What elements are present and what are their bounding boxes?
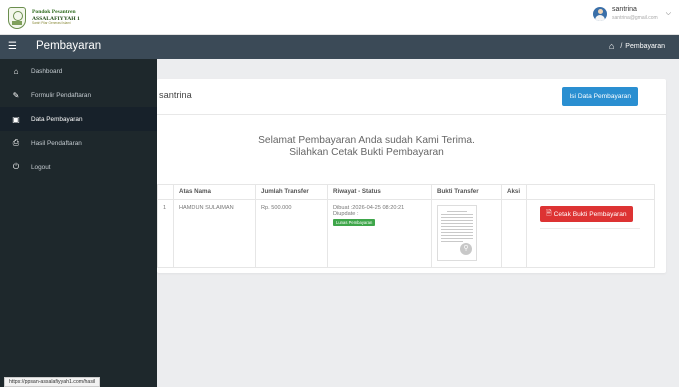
money-icon: ▣ (12, 114, 20, 124)
user-menu[interactable]: santrina santrina@gmail.com ⌵ (593, 6, 671, 21)
page-title: Pembayaran (36, 40, 102, 52)
col-no (157, 184, 174, 200)
logo-text: Pondok Pesantren ASSALAFIYYAH 1 Santri P… (32, 9, 80, 26)
sidebar-item-label: Logout (31, 163, 51, 171)
sidebar-item-logout[interactable]: ⏻ Logout (0, 155, 157, 179)
top-header: Pondok Pesantren ASSALAFIYYAH 1 Santri P… (0, 0, 679, 35)
sidebar-item-label: Dashboard (31, 67, 63, 75)
sidebar-item-hasil-pendaftaran[interactable]: ⎙ Hasil Pendaftaran (0, 131, 157, 155)
row-bukti-transfer: ⚲ (431, 199, 502, 268)
table-header-row: Atas Nama Jumlah Transfer Riwayat - Stat… (157, 184, 655, 200)
col-atas-nama: Atas Nama (173, 184, 256, 200)
row-riwayat-status: Dibuat :2026-04-25 08:20:21 Diupdate : L… (327, 199, 432, 268)
col-action-button (526, 184, 655, 200)
row-jumlah: Rp. 500.000 (255, 199, 328, 268)
cetak-bukti-pembayaran-button[interactable]: 🗎 Cetak Bukti Pembayaran (540, 206, 633, 222)
col-bukti-transfer: Bukti Transfer (431, 184, 502, 200)
print-icon: ⎙ (12, 138, 20, 147)
card-header: santrina Isi Data Pembayaran (157, 79, 666, 115)
avatar (593, 6, 608, 21)
row-atas-nama: HAMDUN SULAIMAN (173, 199, 256, 268)
divider (540, 228, 640, 229)
breadcrumb: ⌂ / Pembayaran (609, 42, 665, 51)
navbar: ☰ Pembayaran ⌂ / Pembayaran (0, 35, 679, 59)
logo-line3: Santri Pilar Generasi Islami (32, 21, 71, 26)
zoom-icon[interactable]: ⚲ (460, 243, 472, 255)
row-aksi (501, 199, 527, 268)
col-riwayat-status: Riwayat - Status (327, 184, 432, 200)
success-message: Selamat Pembayaran Anda sudah Kami Terim… (258, 135, 475, 146)
row-number: 1 (157, 199, 174, 268)
isi-data-pembayaran-button[interactable]: Isi Data Pembayaran (562, 87, 638, 106)
payment-table: Atas Nama Jumlah Transfer Riwayat - Stat… (157, 184, 655, 268)
user-name: santrina (612, 6, 637, 13)
col-aksi: Aksi (501, 184, 527, 200)
logo-line1: Pondok Pesantren (32, 9, 76, 16)
col-jumlah-transfer: Jumlah Transfer (255, 184, 328, 200)
sidebar-item-label: Hasil Pendaftaran (31, 139, 82, 147)
payment-card: santrina Isi Data Pembayaran Selamat Pem… (157, 79, 666, 273)
user-info: santrina santrina@gmail.com (612, 6, 658, 21)
edit-icon: ✎ (12, 90, 20, 100)
table-row: 1 HAMDUN SULAIMAN Rp. 500.000 Dibuat :20… (157, 199, 655, 268)
breadcrumb-separator: / (620, 43, 623, 50)
school-logo[interactable]: Pondok Pesantren ASSALAFIYYAH 1 Santri P… (8, 5, 118, 30)
transfer-receipt-thumbnail[interactable]: ⚲ (437, 205, 477, 261)
home-icon[interactable]: ⌂ (609, 42, 614, 51)
breadcrumb-current: Pembayaran (625, 43, 665, 50)
pdf-icon: 🗎 (546, 209, 552, 217)
print-instruction: Silahkan Cetak Bukti Pembayaran (289, 147, 444, 158)
sidebar-item-label: Formulir Pendaftaran (31, 91, 92, 99)
cetak-button-label: Cetak Bukti Pembayaran (553, 210, 627, 218)
sidebar: ⌂ Dashboard ✎ Formulir Pendaftaran ▣ Dat… (0, 59, 157, 387)
power-icon: ⏻ (12, 162, 20, 171)
sidebar-item-dashboard[interactable]: ⌂ Dashboard (0, 59, 157, 83)
status-bar-url: https://ppsan-assalafiyyah1.com/hasil (4, 377, 101, 387)
row-diupdate: Diupdate : (333, 211, 359, 217)
card-user-label: santrina (159, 90, 192, 100)
sidebar-item-label: Data Pembayaran (31, 115, 83, 123)
sidebar-item-data-pembayaran[interactable]: ▣ Data Pembayaran (0, 107, 157, 131)
status-badge: Lunas Pembayaran (333, 219, 376, 226)
school-emblem-icon (8, 6, 26, 29)
row-action: 🗎 Cetak Bukti Pembayaran (526, 199, 655, 268)
chevron-down-icon[interactable]: ⌵ (666, 10, 671, 18)
hamburger-menu-icon[interactable]: ☰ (8, 42, 17, 52)
dashboard-icon: ⌂ (13, 66, 19, 76)
sidebar-item-formulir-pendaftaran[interactable]: ✎ Formulir Pendaftaran (0, 83, 157, 107)
user-email: santrina@gmail.com (612, 14, 658, 21)
